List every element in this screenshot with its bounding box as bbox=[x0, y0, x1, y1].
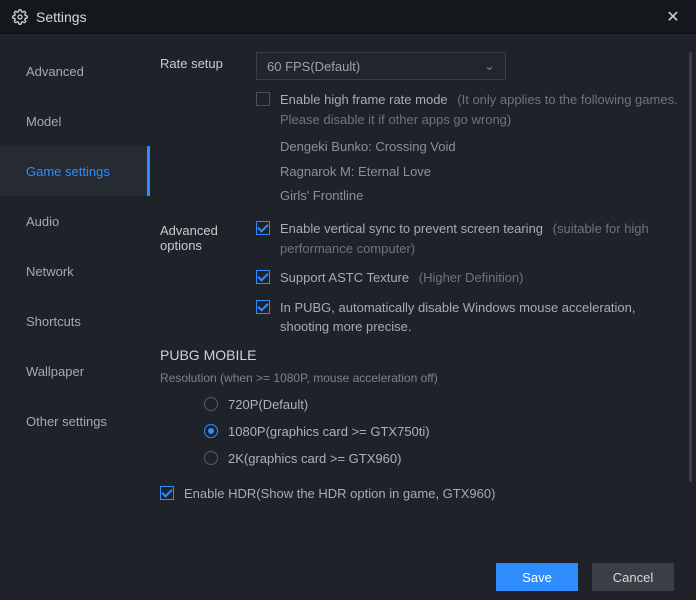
sidebar-item-model[interactable]: Model bbox=[0, 96, 150, 146]
pubg-mouse-text: In PUBG, automatically disable Windows m… bbox=[280, 298, 678, 337]
sidebar-item-label: Game settings bbox=[26, 164, 110, 179]
sidebar-item-label: Audio bbox=[26, 214, 59, 229]
vsync-text: Enable vertical sync to prevent screen t… bbox=[280, 219, 678, 258]
sidebar-item-other-settings[interactable]: Other settings bbox=[0, 396, 150, 446]
sidebar-item-wallpaper[interactable]: Wallpaper bbox=[0, 346, 150, 396]
radio-icon bbox=[204, 451, 218, 465]
sidebar-item-game-settings[interactable]: Game settings bbox=[0, 146, 150, 196]
advanced-options-label: Advanced options bbox=[160, 219, 256, 337]
sidebar-item-label: Model bbox=[26, 114, 61, 129]
resolution-720p[interactable]: 720P(Default) bbox=[204, 397, 678, 412]
scrollbar[interactable] bbox=[689, 52, 692, 482]
save-button[interactable]: Save bbox=[496, 563, 578, 591]
radio-label: 1080P(graphics card >= GTX750ti) bbox=[228, 424, 430, 439]
vsync-checkbox[interactable] bbox=[256, 221, 270, 235]
resolution-2k[interactable]: 2K(graphics card >= GTX960) bbox=[204, 451, 678, 466]
sidebar-item-label: Other settings bbox=[26, 414, 107, 429]
radio-icon bbox=[204, 424, 218, 438]
sidebar-item-shortcuts[interactable]: Shortcuts bbox=[0, 296, 150, 346]
sidebar: Advanced Model Game settings Audio Netwo… bbox=[0, 34, 150, 554]
pubg-section: PUBG MOBILE Resolution (when >= 1080P, m… bbox=[160, 347, 678, 504]
astc-text: Support ASTC Texture (Higher Definition) bbox=[280, 268, 524, 288]
hdr-checkbox[interactable] bbox=[160, 486, 174, 500]
high-frame-games: Dengeki Bunko: Crossing Void Ragnarok M:… bbox=[280, 135, 678, 209]
titlebar: Settings ✕ bbox=[0, 0, 696, 34]
rate-setup-label: Rate setup bbox=[160, 52, 256, 209]
settings-panel: Rate setup 60 FPS(Default) ⌄ Enable high… bbox=[150, 34, 696, 554]
cancel-button[interactable]: Cancel bbox=[592, 563, 674, 591]
high-frame-checkbox[interactable] bbox=[256, 92, 270, 106]
list-item: Girls' Frontline bbox=[280, 184, 678, 209]
high-frame-text: Enable high frame rate mode (It only app… bbox=[280, 90, 678, 129]
window-title: Settings bbox=[36, 9, 662, 25]
pubg-title: PUBG MOBILE bbox=[160, 347, 678, 363]
pubg-mouse-checkbox[interactable] bbox=[256, 300, 270, 314]
footer: Save Cancel bbox=[0, 554, 696, 600]
close-icon[interactable]: ✕ bbox=[662, 7, 684, 27]
sidebar-item-network[interactable]: Network bbox=[0, 246, 150, 296]
sidebar-item-advanced[interactable]: Advanced bbox=[0, 46, 150, 96]
rate-select[interactable]: 60 FPS(Default) ⌄ bbox=[256, 52, 506, 80]
radio-icon bbox=[204, 397, 218, 411]
radio-label: 720P(Default) bbox=[228, 397, 308, 412]
sidebar-item-label: Network bbox=[26, 264, 74, 279]
rate-select-value: 60 FPS(Default) bbox=[267, 59, 360, 74]
resolution-1080p[interactable]: 1080P(graphics card >= GTX750ti) bbox=[204, 424, 678, 439]
sidebar-item-audio[interactable]: Audio bbox=[0, 196, 150, 246]
sidebar-item-label: Advanced bbox=[26, 64, 84, 79]
radio-label: 2K(graphics card >= GTX960) bbox=[228, 451, 401, 466]
list-item: Ragnarok M: Eternal Love bbox=[280, 160, 678, 185]
sidebar-item-label: Shortcuts bbox=[26, 314, 81, 329]
list-item: Dengeki Bunko: Crossing Void bbox=[280, 135, 678, 160]
chevron-down-icon: ⌄ bbox=[484, 58, 495, 74]
hdr-text: Enable HDR(Show the HDR option in game, … bbox=[184, 484, 495, 504]
astc-checkbox[interactable] bbox=[256, 270, 270, 284]
gear-icon bbox=[12, 9, 28, 25]
pubg-caption: Resolution (when >= 1080P, mouse acceler… bbox=[160, 371, 678, 385]
sidebar-item-label: Wallpaper bbox=[26, 364, 84, 379]
